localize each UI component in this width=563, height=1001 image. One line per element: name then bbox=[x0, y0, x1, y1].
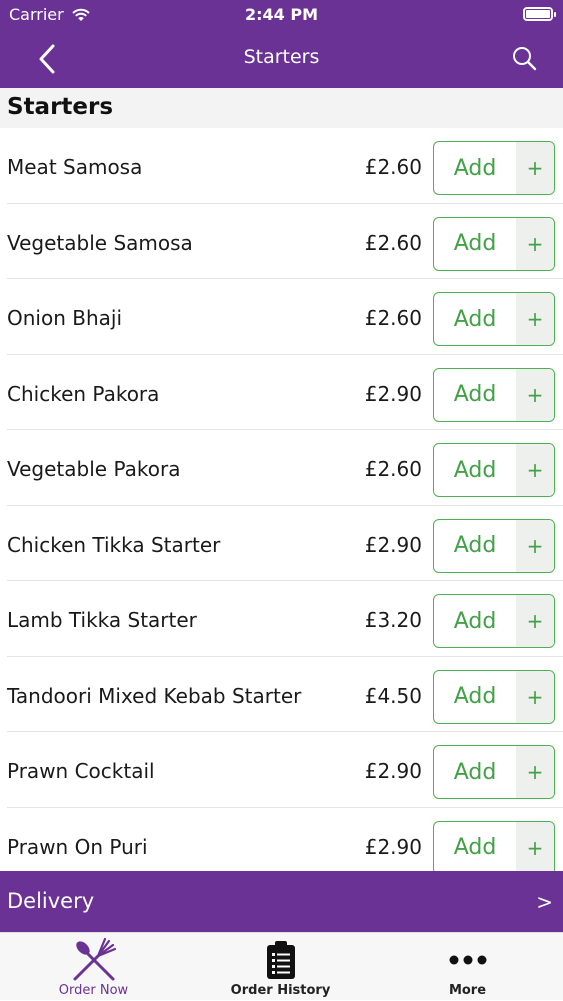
more-dots-icon bbox=[374, 937, 561, 983]
menu-item[interactable]: Chicken Tikka Starter £2.90 Add + bbox=[0, 506, 563, 582]
add-button[interactable]: Add + bbox=[433, 594, 555, 648]
item-price: £2.90 bbox=[364, 759, 422, 783]
plus-icon[interactable]: + bbox=[516, 444, 554, 496]
item-name: Meat Samosa bbox=[7, 155, 143, 179]
add-button[interactable]: Add + bbox=[433, 669, 555, 724]
add-button-label: Add bbox=[453, 306, 497, 332]
add-button-label: Add bbox=[453, 608, 497, 634]
plus-icon[interactable]: + bbox=[516, 368, 554, 421]
search-icon bbox=[513, 47, 537, 71]
item-name: Chicken Tikka Starter bbox=[7, 532, 221, 557]
add-button-label: Add bbox=[453, 684, 497, 709]
delivery-bar[interactable]: Delivery > bbox=[0, 871, 563, 932]
menu-item[interactable]: Lamb Tikka Starter £3.20 Add + bbox=[0, 581, 563, 657]
fork-knife-icon bbox=[0, 937, 187, 983]
menu-list[interactable]: Meat Samosa £2.60 Add + Vegetable Samosa £2.6… bbox=[0, 128, 563, 871]
add-button-label: Add bbox=[453, 533, 497, 558]
add-button[interactable]: Add + bbox=[433, 820, 555, 871]
tab-order-history-label: Order History bbox=[230, 983, 331, 998]
search-button[interactable] bbox=[508, 42, 540, 74]
item-price: £2.90 bbox=[364, 381, 422, 406]
add-button[interactable]: Add + bbox=[433, 745, 555, 799]
menu-item[interactable]: Meat Samosa £2.60 Add + bbox=[0, 128, 563, 204]
item-price: £2.60 bbox=[364, 230, 422, 255]
menu-item[interactable]: Onion Bhaji £2.60 Add + bbox=[0, 279, 563, 355]
plus-icon[interactable]: + bbox=[516, 519, 554, 572]
item-name: Lamb Tikka Starter bbox=[7, 608, 197, 632]
tab-more[interactable]: More bbox=[374, 933, 561, 1001]
section-title: Starters bbox=[7, 94, 114, 120]
item-name: Chicken Pakora bbox=[7, 381, 160, 406]
tab-order-now-label: Order Now bbox=[58, 983, 129, 998]
item-price: £3.20 bbox=[364, 608, 422, 632]
plus-icon[interactable]: + bbox=[516, 595, 554, 647]
item-price: £2.60 bbox=[364, 155, 422, 179]
item-name: Vegetable Samosa bbox=[7, 230, 193, 255]
item-name: Tandoori Mixed Kebab Starter bbox=[7, 683, 302, 708]
add-button-label: Add bbox=[453, 231, 497, 256]
menu-item[interactable]: Prawn On Puri £2.90 Add + bbox=[0, 808, 563, 871]
add-button-label: Add bbox=[453, 155, 497, 181]
plus-icon[interactable]: + bbox=[516, 217, 554, 270]
add-button[interactable]: Add + bbox=[433, 443, 555, 497]
tab-bar: Order Now Order History More bbox=[0, 932, 563, 1000]
add-button-label: Add bbox=[453, 382, 497, 407]
plus-icon[interactable]: + bbox=[516, 670, 554, 723]
item-name: Prawn Cocktail bbox=[7, 759, 155, 783]
add-button[interactable]: Add + bbox=[433, 292, 555, 346]
tab-order-history[interactable]: Order History bbox=[187, 933, 374, 1001]
navigation-bar: Starters bbox=[0, 30, 563, 88]
item-price: £2.60 bbox=[364, 306, 422, 330]
tab-order-now[interactable]: Order Now bbox=[0, 933, 187, 1001]
plus-icon[interactable]: + bbox=[516, 821, 554, 871]
menu-item[interactable]: Tandoori Mixed Kebab Starter £4.50 Add + bbox=[0, 657, 563, 733]
add-button[interactable]: Add + bbox=[433, 141, 555, 195]
add-button-label: Add bbox=[453, 457, 497, 483]
add-button[interactable]: Add + bbox=[433, 367, 555, 422]
add-button-label: Add bbox=[453, 835, 497, 860]
plus-icon[interactable]: + bbox=[516, 746, 554, 798]
status-bar: Carrier 2:44 PM bbox=[0, 0, 563, 30]
plus-icon[interactable]: + bbox=[516, 293, 554, 345]
tab-more-label: More bbox=[448, 983, 487, 998]
delivery-label: Delivery bbox=[7, 889, 95, 913]
menu-item[interactable]: Chicken Pakora £2.90 Add + bbox=[0, 355, 563, 431]
delivery-arrow-icon: > bbox=[536, 890, 553, 914]
status-time: 2:44 PM bbox=[244, 5, 318, 24]
add-button[interactable]: Add + bbox=[433, 216, 555, 271]
plus-icon[interactable]: + bbox=[516, 142, 554, 194]
menu-item[interactable]: Vegetable Samosa £2.60 Add + bbox=[0, 204, 563, 280]
item-price: £2.90 bbox=[364, 834, 422, 859]
page-title: Starters bbox=[243, 46, 320, 68]
item-name: Prawn On Puri bbox=[7, 834, 148, 859]
item-price: £2.60 bbox=[364, 457, 422, 481]
item-price: £2.90 bbox=[364, 532, 422, 557]
add-button[interactable]: Add + bbox=[433, 518, 555, 573]
menu-item[interactable]: Prawn Cocktail £2.90 Add + bbox=[0, 732, 563, 808]
item-name: Onion Bhaji bbox=[7, 306, 123, 330]
battery-icon bbox=[523, 7, 556, 21]
add-button-label: Add bbox=[453, 759, 497, 785]
clipboard-list-icon bbox=[187, 937, 374, 983]
item-price: £4.50 bbox=[364, 683, 422, 708]
menu-item[interactable]: Vegetable Pakora £2.60 Add + bbox=[0, 430, 563, 506]
item-name: Vegetable Pakora bbox=[7, 457, 181, 481]
section-header: Starters bbox=[0, 88, 563, 128]
